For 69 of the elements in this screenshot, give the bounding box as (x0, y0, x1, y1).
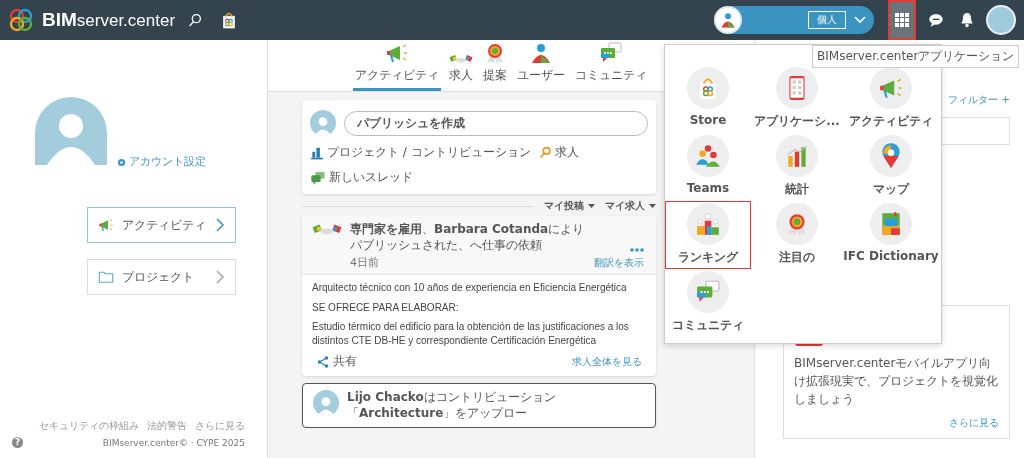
more-options-button[interactable] (630, 248, 644, 253)
user-avatar (313, 390, 339, 417)
composer-action[interactable]: 求人 (538, 144, 579, 161)
view-job-link[interactable]: 求人全体を見る (572, 354, 642, 369)
publish-field[interactable]: パブリッシュを作成 (344, 110, 648, 136)
post-title: Lijo Chackoはコントリビューション「Architecture」をアップロー (347, 390, 557, 422)
grid-icon (895, 13, 909, 27)
building-icon (310, 145, 324, 160)
megaphone-icon (385, 41, 409, 65)
post-paragraph: Estudio térmico del edificio para la obtención de las justificaciones a los distintos CTE DB-HE y correspondiente Certificación Energética (312, 320, 630, 348)
filter-link[interactable]: フィルター + (948, 93, 1010, 107)
sidebar-nav-item[interactable]: アクティビティ (87, 207, 236, 243)
post-title: 専門家を雇用、Barbara Cotandaによりパブリッシュされた、へ仕事の依頼 (350, 222, 586, 254)
megaphone-icon (98, 217, 114, 233)
caret-icon (649, 204, 656, 208)
app-menu-item[interactable]: Store (665, 65, 751, 133)
chevron-right-icon (216, 218, 225, 232)
app-menu-item[interactable]: Teams (665, 133, 751, 201)
user-icon (719, 11, 737, 29)
composer-action[interactable]: 新しいスレッド (310, 169, 413, 186)
user-avatar (310, 110, 336, 136)
filter-dropdown[interactable]: マイ求人 (605, 199, 656, 213)
post-paragraph: Arquitecto técnico con 10 años de experiencia en Eficiencia Energética (312, 281, 628, 295)
chevron-down-icon (854, 16, 866, 24)
caret-icon (588, 204, 595, 208)
app-menu-item[interactable]: コミュニティ (665, 269, 751, 337)
chat-icon (928, 12, 944, 28)
copyright-text: BIMserver.center© · CYPE 2025 (102, 438, 245, 448)
folder-icon (98, 269, 114, 285)
dots-icon (630, 248, 644, 253)
post-time: 4日前 (350, 255, 380, 271)
handshake-icon (449, 53, 473, 65)
filter-dropdown[interactable]: マイ投稿 (544, 199, 595, 213)
logo-icon (8, 8, 34, 32)
share-icon (316, 354, 330, 369)
search-icon (187, 12, 204, 28)
app-menu-item[interactable]: 統計 (752, 133, 842, 201)
feed-tab[interactable]: ユーザー (515, 40, 567, 91)
chevron-right-icon (216, 270, 225, 284)
app-menu-item[interactable]: アプリケーシ... (752, 65, 842, 133)
see-more-link[interactable]: さらに見る (949, 416, 999, 430)
promo-text: BIMserver.centerモバイルアプリ向け拡張現実で、プロジェクトを視覚化しましょう (794, 355, 999, 408)
tooltip: BIMserver.centerアプリケーション (812, 45, 1020, 68)
help-icon[interactable]: ? (12, 437, 23, 448)
app-menu-item[interactable]: IFC Dictionary (843, 201, 939, 269)
sidebar-nav-item[interactable]: プロジェクト (87, 259, 236, 295)
user-icon (529, 41, 553, 65)
brand-name: BIMserver.center (42, 9, 176, 31)
post-paragraph: SE OFRECE PARA ELABORAR: (312, 300, 460, 315)
podium-icon (695, 211, 721, 237)
apps-grid-button[interactable] (888, 0, 916, 40)
feed-tab[interactable]: 提案 (481, 40, 509, 91)
search-icon (538, 146, 552, 159)
share-button[interactable]: 共有 (316, 353, 357, 371)
user-avatar-button[interactable] (986, 5, 1016, 35)
chat-bubbles-icon (695, 279, 721, 305)
handshake-icon (312, 222, 342, 237)
bell-icon (960, 12, 974, 28)
app-menu-item[interactable]: マップ (843, 133, 939, 201)
account-settings-link[interactable]: アカウント設定 (117, 155, 206, 169)
chat-bubbles-icon (310, 170, 326, 185)
team-icon (695, 143, 721, 169)
feed-tab[interactable]: コミュニティ (573, 40, 649, 91)
composer-action[interactable]: プロジェクト / コントリビューション (310, 144, 531, 161)
feed-tab[interactable]: 求人 (447, 40, 475, 91)
app-menu-item[interactable]: 注目の (752, 201, 842, 269)
feed-tab[interactable]: アクティビティ (353, 40, 441, 91)
app-menu-item[interactable]: ランキング (665, 201, 751, 269)
bar-chart-icon (784, 143, 810, 169)
